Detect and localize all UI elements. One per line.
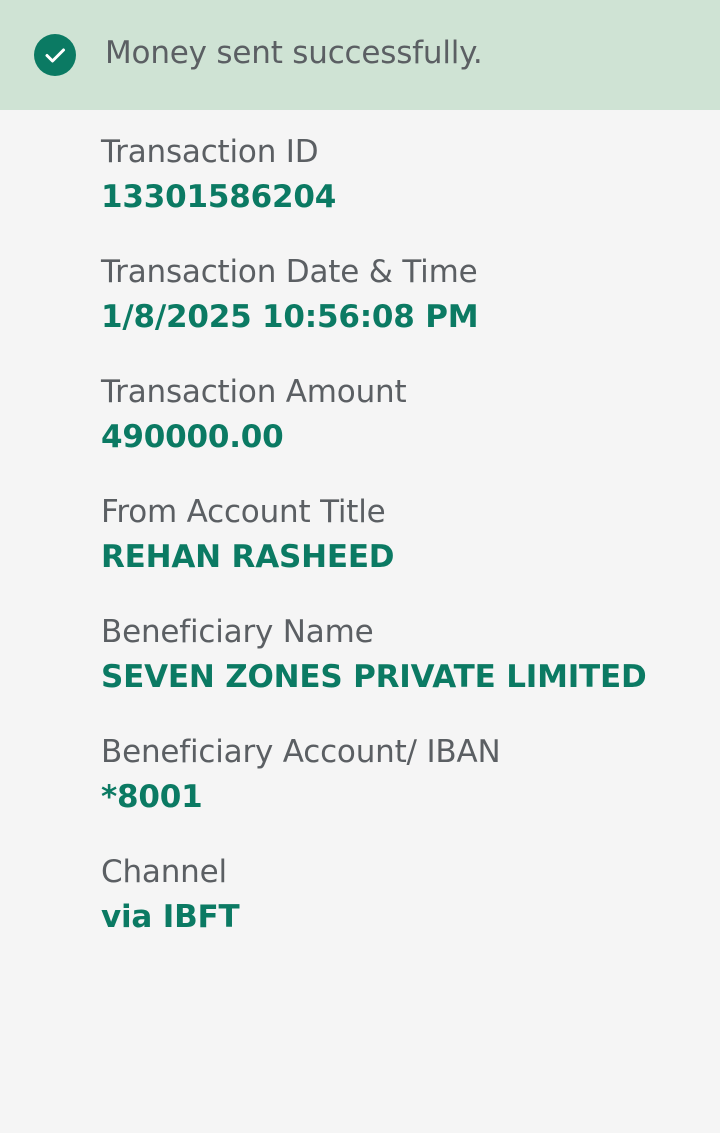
transaction-datetime-value: 1/8/2025 10:56:08 PM <box>101 299 479 335</box>
transaction-id-value: 13301586204 <box>101 179 337 215</box>
beneficiary-name-label: Beneficiary Name <box>101 614 374 650</box>
detail-from-account-title: From Account Title REHAN RASHEED <box>101 490 701 610</box>
beneficiary-account-label: Beneficiary Account/ IBAN <box>101 734 501 770</box>
from-account-title-value: REHAN RASHEED <box>101 539 395 575</box>
transaction-amount-label: Transaction Amount <box>101 374 407 410</box>
success-message: Money sent successfully. <box>105 35 483 71</box>
transaction-id-label: Transaction ID <box>101 134 319 170</box>
transaction-details: Transaction ID 13301586204 Transaction D… <box>101 130 701 970</box>
transaction-amount-value: 490000.00 <box>101 419 284 455</box>
detail-transaction-amount: Transaction Amount 490000.00 <box>101 370 701 490</box>
detail-transaction-datetime: Transaction Date & Time 1/8/2025 10:56:0… <box>101 250 701 370</box>
beneficiary-name-value: SEVEN ZONES PRIVATE LIMITED <box>101 659 647 695</box>
check-circle-icon <box>34 34 76 76</box>
from-account-title-label: From Account Title <box>101 494 386 530</box>
transaction-datetime-label: Transaction Date & Time <box>101 254 478 290</box>
beneficiary-account-value: *8001 <box>101 779 203 815</box>
detail-channel: Channel via IBFT <box>101 850 701 970</box>
channel-value: via IBFT <box>101 899 240 935</box>
detail-beneficiary-name: Beneficiary Name SEVEN ZONES PRIVATE LIM… <box>101 610 701 730</box>
detail-beneficiary-account: Beneficiary Account/ IBAN *8001 <box>101 730 701 850</box>
channel-label: Channel <box>101 854 227 890</box>
detail-transaction-id: Transaction ID 13301586204 <box>101 130 701 250</box>
success-banner: Money sent successfully. <box>0 0 720 110</box>
